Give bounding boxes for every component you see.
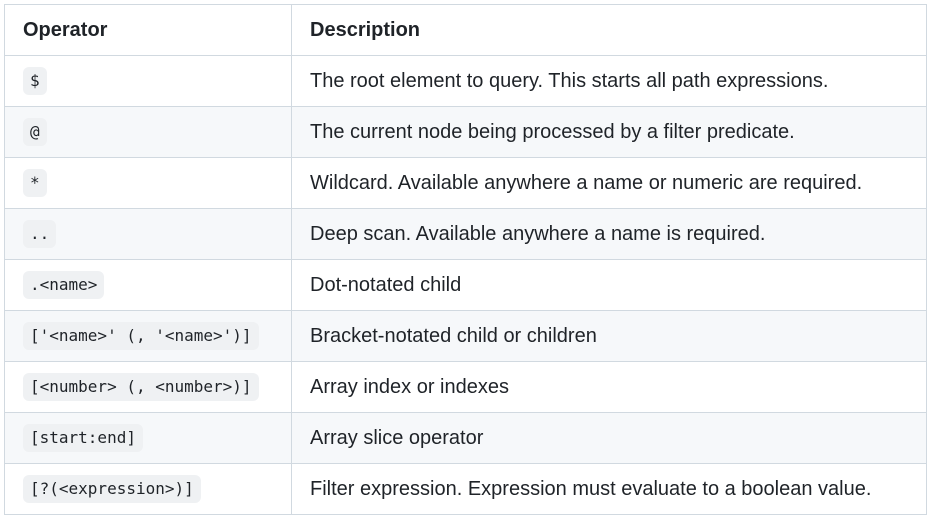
operator-code: $ — [23, 67, 47, 95]
operator-code: .. — [23, 220, 57, 248]
description-cell: Bracket-notated child or children — [291, 310, 927, 362]
table-row: * Wildcard. Available anywhere a name or… — [4, 157, 927, 209]
description-text: Wildcard. Available anywhere a name or n… — [310, 171, 863, 194]
description-cell: The root element to query. This starts a… — [291, 55, 927, 107]
table-row: .<name> Dot-notated child — [4, 259, 927, 311]
table-row: $ The root element to query. This starts… — [4, 55, 927, 107]
operator-cell: @ — [4, 106, 292, 158]
operator-code: * — [23, 169, 47, 197]
operators-table: Operator Description $ The root element … — [4, 4, 927, 515]
description-text: Array slice operator — [310, 426, 484, 449]
operator-code: @ — [23, 118, 47, 146]
description-cell: Dot-notated child — [291, 259, 927, 311]
description-cell: The current node being processed by a fi… — [291, 106, 927, 158]
operator-cell: [?(<expression>)] — [4, 463, 292, 515]
description-cell: Wildcard. Available anywhere a name or n… — [291, 157, 927, 209]
operator-cell: [<number> (, <number>)] — [4, 361, 292, 413]
description-text: The current node being processed by a fi… — [310, 120, 795, 143]
description-text: Bracket-notated child or children — [310, 324, 597, 347]
description-text: Dot-notated child — [310, 273, 462, 296]
operator-cell: .<name> — [4, 259, 292, 311]
operator-code: .<name> — [23, 271, 105, 299]
description-text: The root element to query. This starts a… — [310, 69, 829, 92]
operator-cell: .. — [4, 208, 292, 260]
table-row: ['<name>' (, '<name>')] Bracket-notated … — [4, 310, 927, 362]
table-header: Operator Description — [4, 4, 927, 56]
table-row: @ The current node being processed by a … — [4, 106, 927, 158]
table-row: [start:end] Array slice operator — [4, 412, 927, 464]
operator-code: [start:end] — [23, 424, 143, 452]
description-cell: Deep scan. Available anywhere a name is … — [291, 208, 927, 260]
table-row: [?(<expression>)] Filter expression. Exp… — [4, 463, 927, 515]
description-column-header: Description — [291, 4, 927, 56]
description-text: Filter expression. Expression must evalu… — [310, 477, 872, 500]
operator-column-header: Operator — [4, 4, 292, 56]
header-row: Operator Description — [4, 4, 927, 56]
table-row: [<number> (, <number>)] Array index or i… — [4, 361, 927, 413]
operator-cell: $ — [4, 55, 292, 107]
operator-code: [<number> (, <number>)] — [23, 373, 259, 401]
description-text: Deep scan. Available anywhere a name is … — [310, 222, 766, 245]
description-cell: Filter expression. Expression must evalu… — [291, 463, 927, 515]
operator-code: [?(<expression>)] — [23, 475, 201, 503]
operator-cell: ['<name>' (, '<name>')] — [4, 310, 292, 362]
table-body: $ The root element to query. This starts… — [4, 55, 927, 515]
description-cell: Array slice operator — [291, 412, 927, 464]
description-cell: Array index or indexes — [291, 361, 927, 413]
operator-cell: [start:end] — [4, 412, 292, 464]
operator-cell: * — [4, 157, 292, 209]
operator-code: ['<name>' (, '<name>')] — [23, 322, 259, 350]
description-text: Array index or indexes — [310, 375, 509, 398]
table-row: .. Deep scan. Available anywhere a name … — [4, 208, 927, 260]
